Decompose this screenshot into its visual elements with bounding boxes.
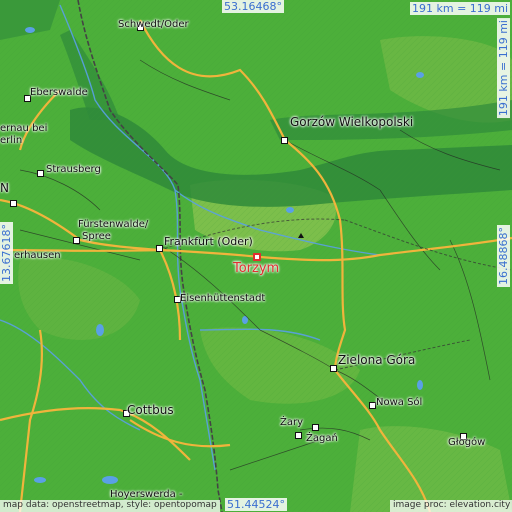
- place-label-erhausen: erhausen: [14, 250, 61, 261]
- place-label-cottbus: Cottbus: [127, 403, 174, 417]
- target-location-marker: [253, 253, 261, 261]
- map-credit-label: map data: openstreetmap, style: opentopo…: [0, 500, 220, 512]
- city-dot: [156, 245, 163, 252]
- left-longitude-label: 13.67618°: [0, 222, 13, 284]
- city-dot: [330, 365, 337, 372]
- right-longitude-label: 16.48868°: [497, 225, 510, 287]
- place-label-schwedt: Schwedt/Oder: [118, 19, 189, 30]
- place-label-zagan: Żagań: [306, 433, 338, 444]
- vertical-scale-label: 191 km = 119 mi: [497, 18, 510, 119]
- top-latitude-label: 53.16468°: [222, 0, 284, 13]
- target-place-label: Torzym: [233, 261, 280, 276]
- place-label-nowa-sol: Nowa Sól: [376, 397, 423, 408]
- place-label-fuerstenwalde: Fürstenwalde/: [78, 219, 149, 230]
- city-dot: [369, 402, 376, 409]
- city-dot: [312, 424, 319, 431]
- horizontal-scale-label: 191 km = 119 mi: [410, 2, 511, 15]
- place-label-eisenhuettenstadt: Eisenhüttenstadt: [180, 293, 266, 304]
- place-label-gorzow: Gorzów Wielkopolski: [290, 115, 414, 129]
- place-label-glogow: Głogów: [448, 437, 486, 448]
- place-label-hoyerswerda: Hoyerswerda -: [110, 489, 183, 500]
- place-label-frankfurt: Frankfurt (Oder): [164, 235, 253, 248]
- city-dot: [73, 237, 80, 244]
- place-label-berlin: erlin: [0, 135, 23, 146]
- city-dot: [295, 432, 302, 439]
- place-label-zielona-gora: Zielona Góra: [338, 353, 416, 367]
- city-dot: [10, 200, 17, 207]
- place-label-eberswalde: Eberswalde: [30, 87, 88, 98]
- bottom-latitude-label: 51.44524°: [225, 498, 287, 511]
- place-label-strausberg: Strausberg: [46, 164, 101, 175]
- place-label-bernau: ernau bei: [0, 123, 48, 134]
- place-label-edge: N: [0, 181, 9, 195]
- city-dot: [281, 137, 288, 144]
- image-credit-label: image proc: elevation.city: [390, 500, 512, 512]
- place-label-spree: Spree: [82, 231, 111, 242]
- city-dot: [37, 170, 44, 177]
- place-label-zary: Żary: [280, 417, 304, 428]
